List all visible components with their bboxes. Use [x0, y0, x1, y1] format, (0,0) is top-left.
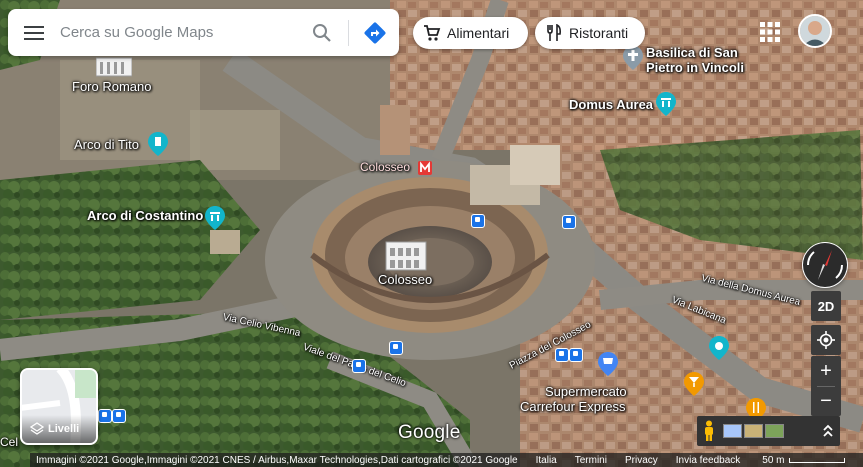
- restaurant-icon: [547, 24, 561, 41]
- footer-attribution-bar: Immagini ©2021 Google,Immagini ©2021 CNE…: [30, 453, 863, 467]
- bus-stop-icon[interactable]: [98, 409, 112, 423]
- groceries-chip[interactable]: Alimentari: [413, 17, 528, 49]
- directions-button[interactable]: [355, 13, 395, 53]
- terms-link[interactable]: Termini: [575, 455, 607, 466]
- label-arco-di-costantino[interactable]: Arco di Costantino: [87, 208, 203, 223]
- colosseo-landmark-icon[interactable]: [384, 238, 428, 272]
- street-view-panel: [697, 416, 840, 446]
- expand-up-icon: [823, 424, 833, 437]
- scale-indicator[interactable]: 50 m: [762, 454, 845, 466]
- bus-stop-icon[interactable]: [352, 359, 366, 373]
- toggle-2d-button[interactable]: 2D: [811, 291, 841, 321]
- label-arco-di-tito[interactable]: Arco di Tito: [74, 137, 139, 152]
- footer-spacer: [0, 453, 30, 467]
- google-logo: Google: [398, 422, 461, 443]
- restaurants-chip-label: Ristoranti: [569, 25, 629, 41]
- layers-icon: [30, 422, 44, 435]
- imagery-thumbnail[interactable]: [744, 424, 763, 438]
- apps-grid-icon[interactable]: [757, 19, 783, 45]
- zoom-in-button[interactable]: +: [811, 356, 841, 386]
- privacy-link[interactable]: Privacy: [625, 455, 658, 466]
- menu-icon: [24, 25, 44, 40]
- label-colosseo[interactable]: Colosseo: [378, 272, 432, 287]
- footer-bar: Immagini ©2021 Google,Immagini ©2021 CNE…: [0, 453, 863, 467]
- search-button[interactable]: [302, 13, 342, 53]
- imagery-thumbnail[interactable]: [723, 424, 742, 438]
- compass-button[interactable]: [802, 242, 848, 288]
- search-input[interactable]: [60, 12, 290, 53]
- domus-aurea-pin-icon[interactable]: [656, 92, 676, 116]
- my-location-button[interactable]: [811, 325, 841, 355]
- basilica-pin-icon[interactable]: [623, 46, 643, 70]
- layers-label: Livelli: [48, 423, 80, 435]
- camera-pin-icon[interactable]: [709, 336, 729, 360]
- imagery-thumbnail[interactable]: [765, 424, 784, 438]
- directions-icon: [364, 22, 386, 43]
- arco-di-costantino-pin-icon[interactable]: [205, 206, 225, 230]
- label-cell-fragment: Cel: [0, 435, 19, 449]
- search-divider: [348, 19, 349, 46]
- scale-label: 50 m: [762, 454, 785, 466]
- zoom-controls: + −: [811, 356, 841, 416]
- compass-icon: [803, 243, 847, 287]
- supermarket-pin-icon[interactable]: [598, 352, 618, 376]
- groceries-chip-label: Alimentari: [447, 25, 510, 41]
- country-link[interactable]: Italia: [536, 455, 557, 466]
- avatar-photo: [800, 16, 830, 46]
- cart-icon: [424, 25, 441, 41]
- label-basilica-line2[interactable]: Pietro in Vincoli: [646, 60, 744, 75]
- restaurants-chip[interactable]: Ristoranti: [535, 17, 645, 49]
- label-basilica-line1[interactable]: Basilica di San: [646, 45, 738, 60]
- arco-di-tito-pin-icon[interactable]: [148, 132, 168, 156]
- bus-stop-icon[interactable]: [562, 215, 576, 229]
- zoom-out-button[interactable]: −: [811, 386, 841, 416]
- bus-stop-icon[interactable]: [471, 214, 485, 228]
- pegman-button[interactable]: [697, 416, 721, 446]
- account-avatar[interactable]: [798, 14, 832, 48]
- label-supermercato-line1[interactable]: Supermercato: [545, 384, 627, 399]
- my-location-icon: [817, 331, 835, 349]
- label-supermercato-line2[interactable]: Carrefour Express: [520, 399, 625, 414]
- expand-imagery-button[interactable]: [816, 416, 840, 446]
- label-foro-romano[interactable]: Foro Romano: [72, 79, 151, 94]
- label-colosseo-metro[interactable]: Colosseo: [360, 160, 410, 174]
- bus-stop-icon[interactable]: [389, 341, 403, 355]
- feedback-link[interactable]: Invia feedback: [676, 455, 741, 466]
- label-domus-aurea[interactable]: Domus Aurea: [569, 97, 653, 112]
- foro-romano-landmark-icon[interactable]: [96, 56, 132, 78]
- layers-button[interactable]: Livelli: [20, 368, 98, 445]
- attribution-text: Immagini ©2021 Google,Immagini ©2021 CNE…: [36, 454, 518, 466]
- search-icon: [313, 23, 331, 42]
- menu-button[interactable]: [8, 9, 60, 56]
- scale-bar: [788, 457, 845, 463]
- layers-label-area: Livelli: [22, 415, 96, 443]
- search-box: [8, 9, 399, 56]
- pegman-icon: [705, 420, 713, 441]
- bus-stop-icon[interactable]: [555, 348, 569, 362]
- bus-stop-icon[interactable]: [569, 348, 583, 362]
- metro-station-icon[interactable]: [418, 161, 432, 175]
- bus-stop-icon[interactable]: [112, 409, 126, 423]
- bar-pin-icon[interactable]: [684, 372, 704, 396]
